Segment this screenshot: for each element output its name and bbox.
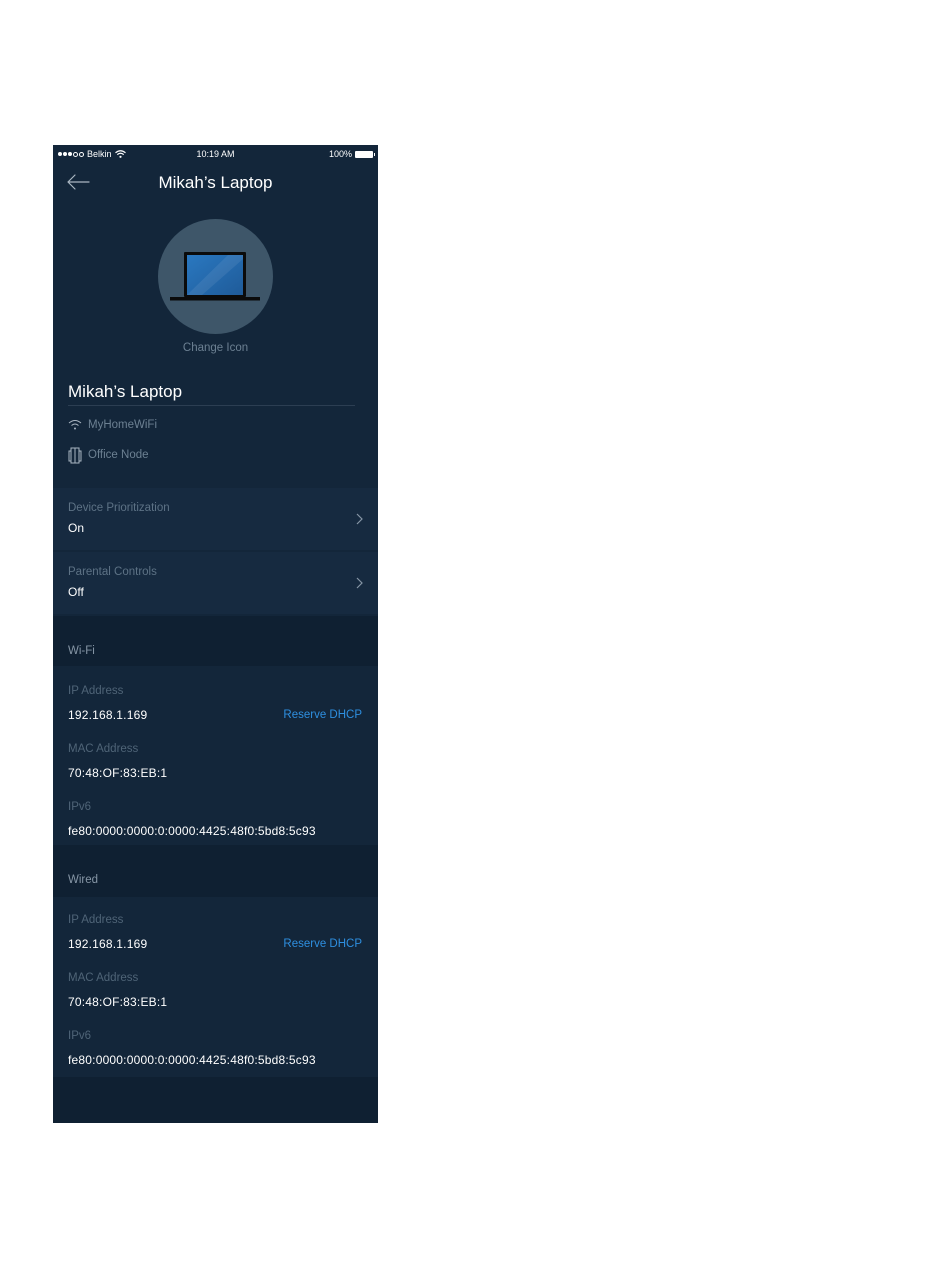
ip-address-value: 192.168.1.169 [68,708,148,722]
network-info: MyHomeWiFi [68,419,157,431]
battery-icon [355,150,375,158]
laptop-icon [170,252,260,301]
setting-label: Device Prioritization [68,502,170,514]
status-bar: Belkin 10:19 AM 100% [53,145,378,163]
setting-label: Parental Controls [68,566,157,578]
node-name: Office Node [88,449,149,461]
status-battery: 100% [328,149,375,159]
mac-address-value: 70:48:OF:83:EB:1 [68,995,168,1009]
ip-address-label: IP Address [68,685,124,697]
wired-section-header: Wired [53,845,378,897]
phone-screen: Belkin 10:19 AM 100% Mikah’s Laptop Chan… [53,145,378,1123]
node-icon [68,447,82,464]
mac-address-value: 70:48:OF:83:EB:1 [68,766,168,780]
device-avatar[interactable] [158,219,273,334]
network-name: MyHomeWiFi [88,419,157,431]
wifi-icon [68,420,82,430]
ipv6-label: IPv6 [68,1030,92,1042]
chevron-right-icon [356,577,363,589]
ipv6-value: fe80:0000:0000:0:0000:4425:48f0:5bd8:5c9… [68,1053,316,1067]
wifi-section-header: Wi-Fi [53,616,378,666]
wifi-section: IP Address 192.168.1.169 Reserve DHCP MA… [53,666,378,845]
reserve-dhcp-link[interactable]: Reserve DHCP [283,709,362,721]
section-title: Wi-Fi [68,645,95,657]
change-icon-link[interactable]: Change Icon [53,342,378,354]
setting-value: Off [68,585,84,599]
battery-percent: 100% [328,149,352,159]
setting-value: On [68,521,85,535]
page-title: Mikah’s Laptop [158,173,273,192]
wired-section: IP Address 192.168.1.169 Reserve DHCP MA… [53,897,378,1077]
device-name[interactable]: Mikah’s Laptop [68,382,182,402]
reserve-dhcp-link[interactable]: Reserve DHCP [283,938,362,950]
device-prioritization-row[interactable]: Device Prioritization On [53,488,378,550]
name-divider [68,405,355,406]
mac-address-label: MAC Address [68,972,139,984]
ip-address-label: IP Address [68,914,124,926]
ip-address-value: 192.168.1.169 [68,937,148,951]
bottom-spacer [53,1077,378,1123]
node-info: Office Node [68,446,149,464]
parental-controls-row[interactable]: Parental Controls Off [53,552,378,614]
mac-address-label: MAC Address [68,743,139,755]
chevron-right-icon [356,513,363,525]
ipv6-value: fe80:0000:0000:0:0000:4425:48f0:5bd8:5c9… [68,824,316,838]
ipv6-label: IPv6 [68,801,92,813]
section-title: Wired [68,874,99,886]
